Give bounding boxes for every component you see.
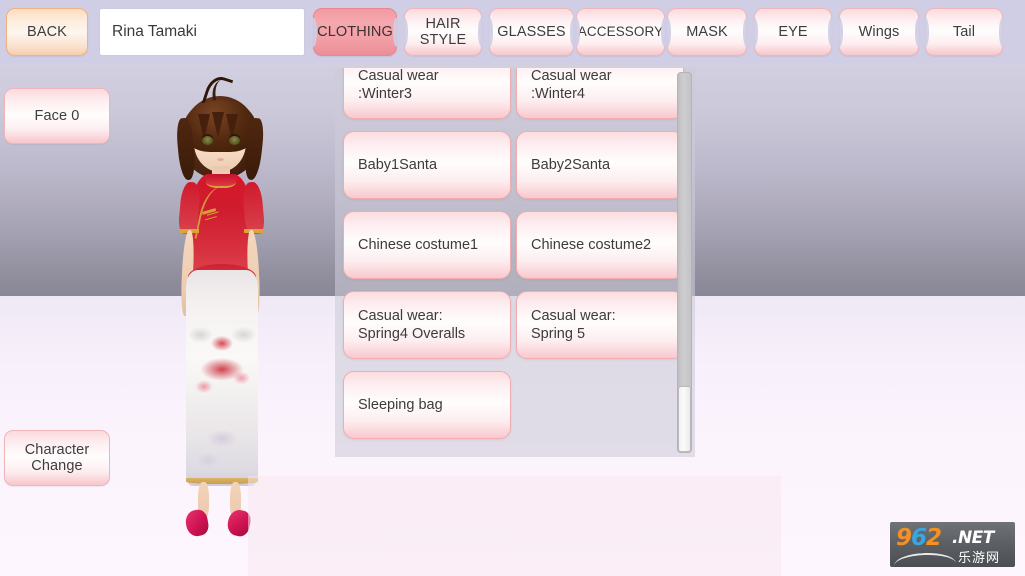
character-mouth [217, 158, 224, 161]
watermark-digit-2: 2 [926, 525, 942, 551]
character-hair-bang-center [212, 112, 224, 138]
watermark-net-text: .NET [952, 528, 994, 548]
list-item[interactable]: Chinese costume2 [516, 211, 684, 279]
sidebar-item-character-change[interactable]: Character Change [4, 430, 110, 486]
list-item[interactable]: Casual wear :Winter3 [343, 68, 511, 119]
character-eye-left [202, 136, 213, 145]
clothing-item-grid: Casual wear :Winter3 Casual wear :Winter… [335, 68, 684, 447]
tab-clothing[interactable]: CLOTHING [313, 8, 397, 56]
tab-mask[interactable]: MASK [667, 8, 747, 56]
tab-tail[interactable]: Tail [925, 8, 1003, 56]
site-watermark: 962 .NET 乐游网 [890, 522, 1015, 567]
list-item[interactable]: Casual wear: Spring 5 [516, 291, 684, 359]
item-list-scrollbar-thumb[interactable] [678, 386, 691, 452]
tab-glasses[interactable]: GLASSES [489, 8, 574, 56]
item-list-scrollbar[interactable] [677, 72, 692, 453]
tab-eye[interactable]: EYE [754, 8, 832, 56]
back-button[interactable]: BACK [6, 8, 88, 56]
character-skirt-floral [186, 270, 258, 486]
lower-info-plate [248, 476, 781, 576]
character-eye-right [229, 136, 240, 145]
list-item[interactable]: Chinese costume1 [343, 211, 511, 279]
character-customization-screen: BACK Rina Tamaki CLOTHING HAIR STYLE GLA… [0, 0, 1025, 576]
watermark-digits: 962 [896, 525, 942, 551]
clothing-item-panel: Casual wear :Winter3 Casual wear :Winter… [335, 68, 695, 457]
character-name-input[interactable]: Rina Tamaki [99, 8, 305, 56]
list-item[interactable]: Sleeping bag [343, 371, 511, 439]
watermark-swoosh-icon [893, 551, 957, 567]
tab-accessory[interactable]: ACCESSORY [576, 8, 665, 56]
character-model-preview[interactable] [140, 73, 300, 544]
list-item[interactable]: Baby2Santa [516, 131, 684, 199]
list-item[interactable]: Casual wear: Spring4 Overalls [343, 291, 511, 359]
tab-wings[interactable]: Wings [839, 8, 919, 56]
tab-hair-style[interactable]: HAIR STYLE [404, 8, 482, 56]
watermark-digit-9: 9 [896, 525, 912, 551]
sidebar-item-face[interactable]: Face 0 [4, 88, 110, 144]
list-item[interactable]: Baby1Santa [343, 131, 511, 199]
list-item[interactable]: Casual wear :Winter4 [516, 68, 684, 119]
watermark-chinese-text: 乐游网 [958, 551, 1001, 566]
watermark-digit-6: 6 [911, 525, 927, 551]
